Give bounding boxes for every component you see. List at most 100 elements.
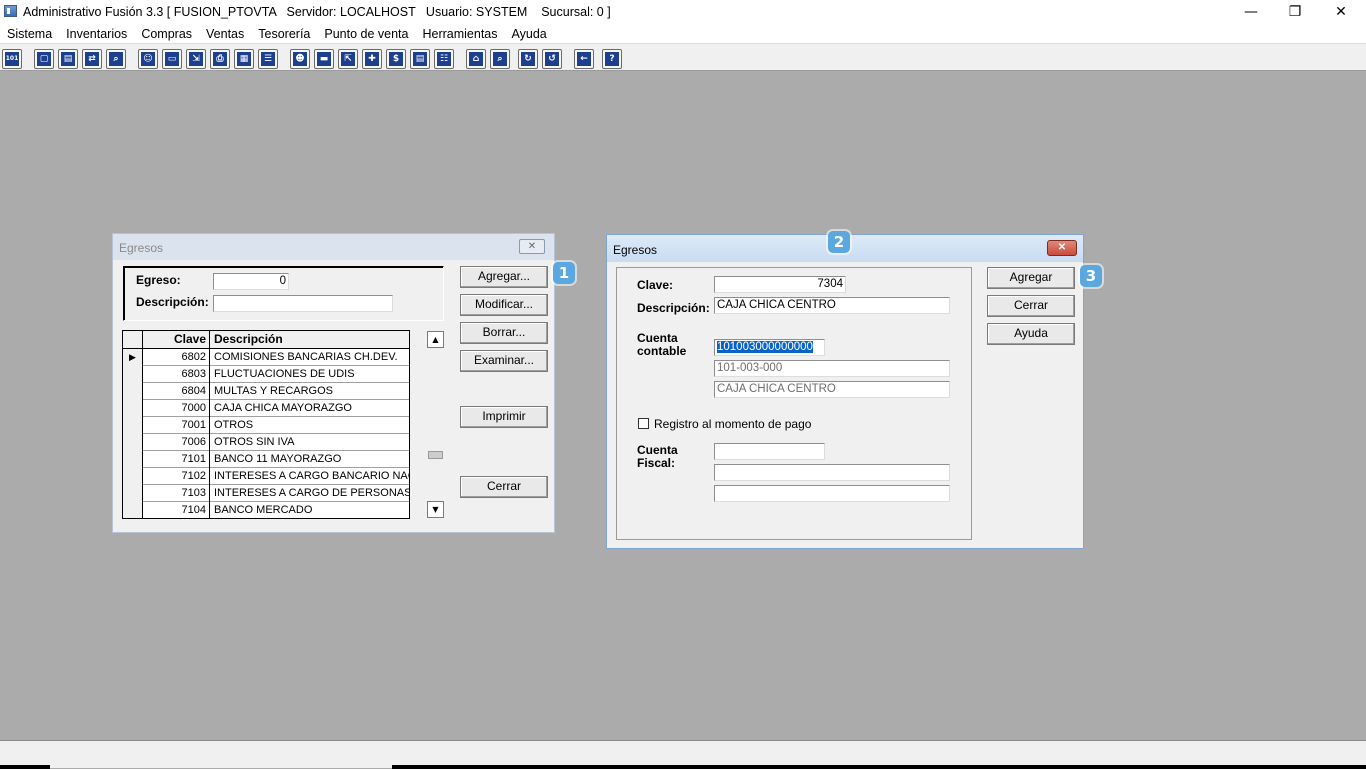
egreso-input[interactable]: 0 [213,273,289,290]
menu-punto-de-venta[interactable]: Punto de venta [317,25,415,43]
close-button[interactable]: ✕ [1318,0,1364,24]
clave-input[interactable]: 7304 [714,276,846,293]
taskbar-edge-left [0,765,50,769]
scroll-up-icon[interactable]: ▲ [427,331,444,348]
toolbar-button-calculator[interactable]: 101 [2,49,22,69]
menu-bar: Sistema Inventarios Compras Ventas Tesor… [0,24,1366,43]
cell-clave: 7101 [144,451,210,468]
imprimir-button[interactable]: Imprimir [460,406,548,428]
table-row[interactable]: 7102 INTERESES A CARGO BANCARIO NACIO [123,468,409,485]
cuenta-fiscal-line2 [714,464,950,481]
column-header-descripcion[interactable]: Descripción [211,331,409,349]
cell-descripcion: OTROS SIN IVA [214,436,295,448]
dialog-close-button[interactable]: ✕ [519,239,545,254]
row-indicator-cell [123,434,143,451]
cell-clave: 7006 [144,434,210,451]
copy-icon: ▢ [37,52,51,66]
agregar-button[interactable]: Agregar [987,267,1075,289]
registro-checkbox-label: Registro al momento de pago [654,417,812,431]
scroll-down-icon[interactable]: ▼ [427,501,444,518]
menu-compras[interactable]: Compras [134,25,199,43]
toolbar-button-search[interactable]: ⌕ [490,49,510,69]
toolbar-button-users[interactable]: ☻ [290,49,310,69]
toolbar-button-user[interactable]: ☺ [138,49,158,69]
cuenta-contable-label-line1: Cuenta [637,331,678,345]
cell-descripcion: MULTAS Y RECARGOS [214,385,333,397]
menu-tesoreria[interactable]: Tesorería [251,25,317,43]
cuenta-nombre-field: CAJA CHICA CENTRO [714,381,950,398]
title-bar: Administrativo Fusión 3.3 [ FUSION_PTOVT… [0,0,1366,24]
maximize-button[interactable]: ❐ [1272,0,1318,24]
toolbar-button-dollar[interactable]: $ [386,49,406,69]
document-icon: ▦ [237,52,251,66]
scroll-thumb[interactable] [428,451,443,459]
row-indicator-cell [123,366,143,383]
borrar-button[interactable]: Borrar... [460,322,548,344]
dialog-close-button[interactable]: ✕ [1047,240,1077,256]
table-row[interactable]: 7006 OTROS SIN IVA [123,434,409,451]
toolbar-button-table[interactable]: ☷ [434,49,454,69]
toolbar-button-undo[interactable]: ↺ [542,49,562,69]
clave-label: Clave: [637,278,674,292]
table-row[interactable]: 7001 OTROS [123,417,409,434]
table-row[interactable]: 7101 BANCO 11 MAYORAZGO [123,451,409,468]
menu-herramientas[interactable]: Herramientas [415,25,504,43]
toolbar-button-refresh[interactable]: ↻ [518,49,538,69]
menu-sistema[interactable]: Sistema [0,25,59,43]
zoom-icon: ⌕ [109,52,123,66]
table-row[interactable]: 7000 CAJA CHICA MAYORAZGO [123,400,409,417]
toolbar-button-home[interactable]: ⌂ [466,49,486,69]
table-row[interactable]: 7104 BANCO MERCADO [123,502,409,518]
print-icon: ⎙ [213,52,227,66]
toolbar-button-print[interactable]: ⎙ [210,49,230,69]
cell-descripcion: INTERESES A CARGO DE PERSONAS FIS [214,487,409,499]
toolbar-button-folder[interactable]: ▭ [162,49,182,69]
table-scrollbar[interactable]: ▲ ▼ [427,330,444,519]
toolbar-button-report[interactable]: ▤ [410,49,430,69]
toolbar-button-card[interactable]: ▬ [314,49,334,69]
dollar-icon: $ [389,52,403,66]
menu-ventas[interactable]: Ventas [199,25,251,43]
toolbar-button-list[interactable]: ☰ [258,49,278,69]
clipboard-icon: ▤ [61,52,75,66]
toolbar-button-help[interactable]: ? [602,49,622,69]
cell-clave: 7001 [144,417,210,434]
ayuda-button[interactable]: Ayuda [987,323,1075,345]
cuenta-contable-input[interactable]: 101003000000000 [714,339,825,356]
status-bar [0,740,1366,769]
toolbar-button-copy[interactable]: ▢ [34,49,54,69]
descripcion-input[interactable]: CAJA CHICA CENTRO [714,297,950,314]
toolbar-button-import[interactable]: ⇲ [186,49,206,69]
toolbar-button-zoom[interactable]: ⌕ [106,49,126,69]
cell-descripcion: BANCO 11 MAYORAZGO [214,453,342,465]
agregar-button[interactable]: Agregar... [460,266,548,288]
app-icon [4,5,17,17]
cerrar-button[interactable]: Cerrar [460,476,548,498]
egresos-table[interactable]: Clave Descripción ▶ 6802 COMISIONES BANC… [122,330,410,519]
minimize-button[interactable]: — [1228,0,1274,24]
toolbar-button-transfer[interactable]: ⇄ [82,49,102,69]
cuenta-fiscal-input[interactable] [714,443,825,460]
table-row[interactable]: ▶ 6802 COMISIONES BANCARIAS CH.DEV. [123,349,409,366]
dialog-title: Egresos [119,241,164,255]
table-row[interactable]: 7103 INTERESES A CARGO DE PERSONAS FIS [123,485,409,502]
dialog-title-bar[interactable]: Egresos ✕ [113,234,554,260]
modificar-button[interactable]: Modificar... [460,294,548,316]
column-header-clave[interactable]: Clave [144,331,210,349]
table-row[interactable]: 6804 MULTAS Y RECARGOS [123,383,409,400]
cerrar-button[interactable]: Cerrar [987,295,1075,317]
table-row[interactable]: 6803 FLUCTUACIONES DE UDIS [123,366,409,383]
cell-descripcion: COMISIONES BANCARIAS CH.DEV. [214,351,398,363]
examinar-button[interactable]: Examinar... [460,350,548,372]
window-title: Administrativo Fusión 3.3 [ FUSION_PTOVT… [23,5,611,19]
toolbar-button-back[interactable]: ← [574,49,594,69]
menu-ayuda[interactable]: Ayuda [505,25,554,43]
toolbar-button-export[interactable]: ⇱ [338,49,358,69]
toolbar-button-add[interactable]: ✚ [362,49,382,69]
toolbar-button-document[interactable]: ▦ [234,49,254,69]
toolbar-button-clipboard[interactable]: ▤ [58,49,78,69]
search-icon: ⌕ [493,52,507,66]
menu-inventarios[interactable]: Inventarios [59,25,134,43]
descripcion-input[interactable] [213,295,393,312]
registro-checkbox[interactable] [638,418,649,429]
